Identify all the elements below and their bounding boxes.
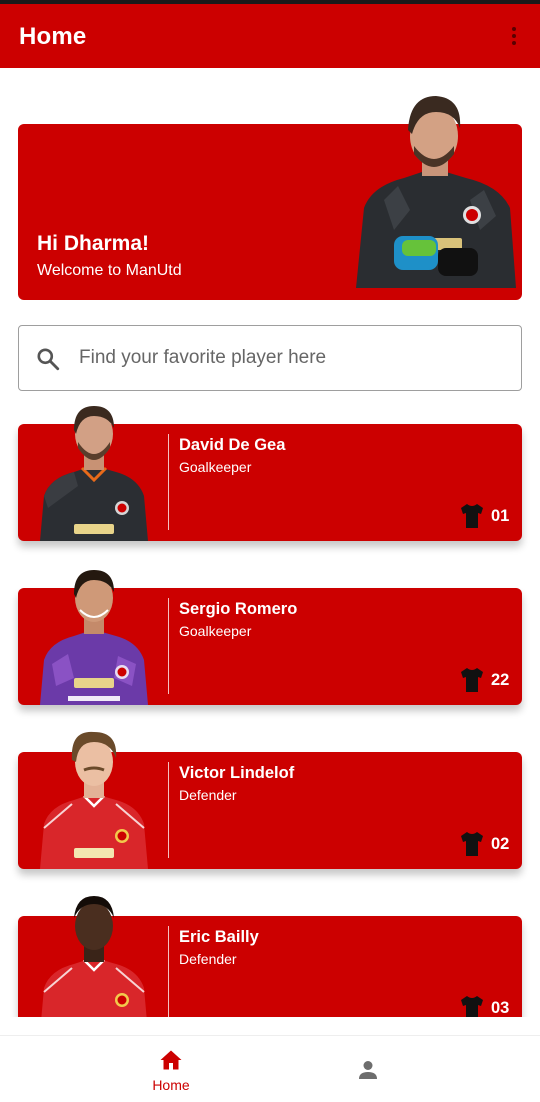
jersey-icon (461, 996, 483, 1017)
player-position: Defender (179, 951, 237, 967)
jersey-number: 01 (491, 507, 510, 525)
jersey-icon (461, 504, 483, 528)
nav-item-home[interactable]: Home (110, 1036, 232, 1102)
player-card[interactable]: Sergio Romero Goalkeeper 22 (18, 570, 522, 705)
bottom-navigation: Home (0, 1035, 540, 1102)
search-icon (37, 348, 60, 371)
card-divider (168, 598, 169, 694)
hero-player-photo (356, 96, 516, 288)
card-divider (168, 434, 169, 530)
player-photo (41, 896, 147, 1017)
app-bar: Home (0, 4, 540, 68)
search-input[interactable] (79, 338, 499, 378)
jersey-number: 03 (491, 999, 510, 1017)
player-name: David De Gea (179, 436, 286, 454)
player-position: Goalkeeper (179, 623, 252, 639)
jersey-number: 02 (491, 835, 510, 853)
player-photo (40, 406, 148, 541)
player-card[interactable]: David De Gea Goalkeeper 01 (18, 406, 522, 541)
page-title: Home (19, 23, 87, 50)
player-name: Victor Lindelof (179, 764, 295, 782)
player-position: Goalkeeper (179, 459, 252, 475)
search-bar[interactable] (18, 325, 522, 391)
player-photo (40, 570, 148, 705)
jersey-icon (461, 832, 483, 856)
card-divider (168, 762, 169, 858)
player-list[interactable]: David De Gea Goalkeeper 01 Sergio Romero… (0, 395, 540, 1017)
greeting-text: Hi Dharma! (37, 232, 150, 255)
player-card[interactable]: Victor Lindelof Defender 02 (18, 731, 522, 869)
nav-item-profile[interactable] (340, 1046, 396, 1094)
player-name: Eric Bailly (179, 928, 259, 946)
more-vert-icon (512, 27, 516, 31)
welcome-subtitle: Welcome to ManUtd (37, 262, 182, 279)
jersey-number: 22 (491, 671, 510, 689)
jersey-icon (461, 668, 483, 692)
player-position: Defender (179, 787, 237, 803)
player-card[interactable]: Eric Bailly Defender 03 (18, 896, 522, 1017)
player-name: Sergio Romero (179, 600, 298, 618)
nav-home-label: Home (152, 1077, 190, 1093)
home-icon (160, 1050, 182, 1070)
person-icon (359, 1061, 377, 1079)
overflow-menu-button[interactable] (500, 22, 528, 50)
player-photo (40, 731, 148, 869)
card-divider (168, 926, 169, 1017)
